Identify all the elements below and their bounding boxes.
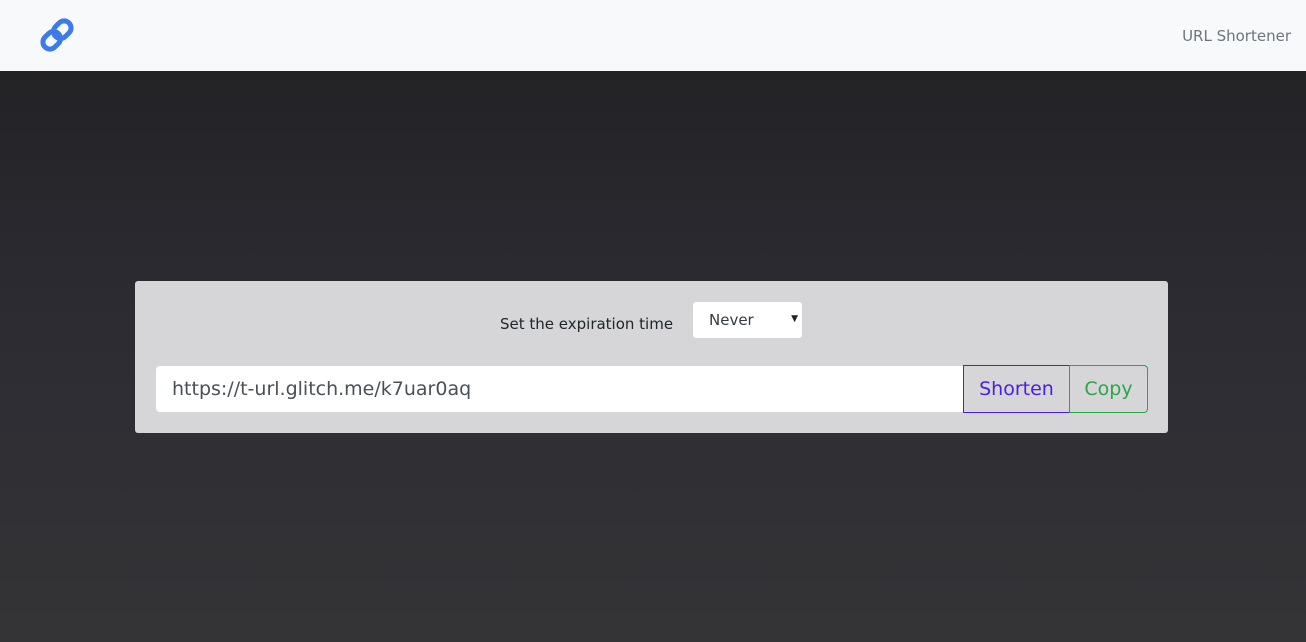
expiration-label: Set the expiration time <box>500 315 674 333</box>
link-icon <box>40 18 74 52</box>
shorten-button[interactable]: Shorten <box>963 365 1070 413</box>
expiration-select[interactable]: Never ▼ <box>693 302 802 338</box>
navbar: URL Shortener <box>0 0 1306 71</box>
url-input[interactable] <box>156 366 964 412</box>
brand-logo-link[interactable] <box>36 14 78 56</box>
main-area: Set the expiration time Never ▼ Shorten … <box>0 71 1306 642</box>
expiration-selected-value: Never <box>709 311 754 329</box>
copy-button[interactable]: Copy <box>1069 365 1148 413</box>
nav-link-url-shortener[interactable]: URL Shortener <box>1182 26 1291 46</box>
caret-down-icon: ▼ <box>791 314 798 324</box>
shortener-card: Set the expiration time Never ▼ Shorten … <box>135 281 1168 433</box>
